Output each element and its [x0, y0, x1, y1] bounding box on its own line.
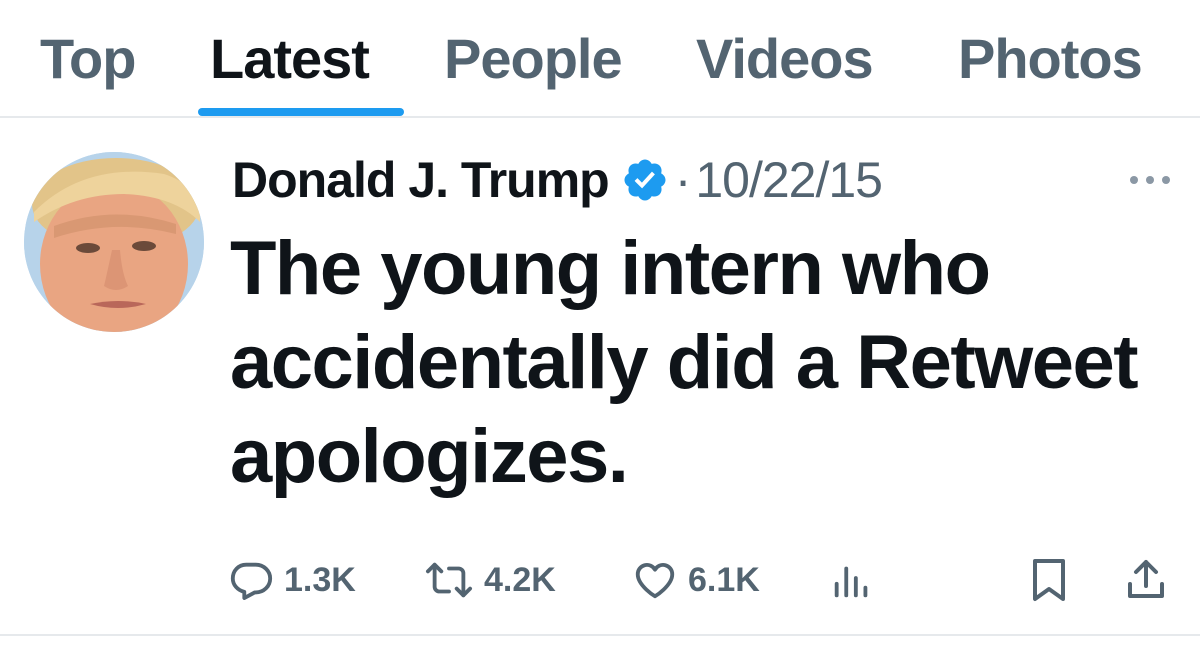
more-options-icon[interactable] — [1128, 170, 1172, 190]
tab-people[interactable]: People — [444, 26, 623, 91]
author-name[interactable]: Donald J. Trump — [232, 151, 610, 209]
reply-icon — [228, 557, 274, 603]
tweet-actions: 1.3K 4.2K 6.1K — [228, 550, 1178, 610]
reply-button[interactable]: 1.3K — [228, 550, 356, 610]
verified-badge-icon — [621, 156, 669, 204]
retweet-icon — [424, 557, 474, 603]
views-button[interactable] — [832, 550, 872, 610]
bookmark-icon — [1028, 556, 1070, 604]
views-chart-icon — [832, 557, 872, 603]
tweet-date[interactable]: 10/22/15 — [695, 151, 883, 209]
heart-icon — [632, 557, 678, 603]
tweet-header: Donald J. Trump · 10/22/15 — [232, 148, 883, 212]
active-tab-indicator — [198, 108, 404, 116]
like-count: 6.1K — [688, 560, 760, 599]
like-button[interactable]: 6.1K — [632, 550, 760, 610]
search-tabs: Top Latest People Videos Photos — [0, 0, 1200, 118]
tweet-text: The young intern who accidentally did a … — [230, 226, 1139, 499]
share-icon — [1124, 556, 1168, 604]
share-button[interactable] — [1124, 550, 1168, 610]
retweet-count: 4.2K — [484, 560, 556, 599]
avatar[interactable] — [24, 152, 204, 332]
tab-latest[interactable]: Latest — [210, 26, 370, 91]
tweet[interactable]: Donald J. Trump · 10/22/15 The young int… — [0, 118, 1200, 636]
bookmark-button[interactable] — [1028, 550, 1070, 610]
reply-count: 1.3K — [284, 560, 356, 599]
retweet-button[interactable]: 4.2K — [424, 550, 556, 610]
tab-photos[interactable]: Photos — [958, 26, 1143, 91]
separator-dot: · — [674, 152, 692, 208]
tab-videos[interactable]: Videos — [696, 26, 874, 91]
tab-top[interactable]: Top — [40, 26, 136, 91]
